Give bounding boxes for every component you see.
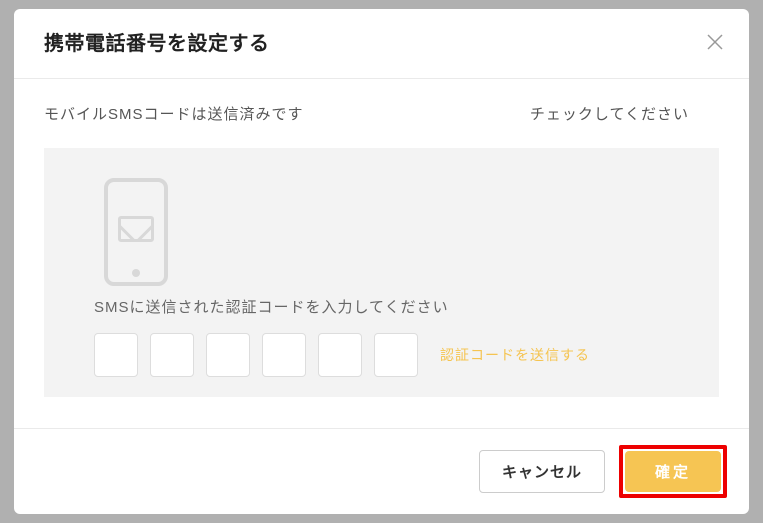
close-icon[interactable] <box>705 32 725 52</box>
status-check-text: チェックしてください <box>530 103 719 124</box>
status-sent-text: モバイルSMSコードは送信済みです <box>44 103 304 124</box>
modal-footer: キャンセル 確定 <box>14 428 749 514</box>
code-digit-2[interactable] <box>150 333 194 377</box>
phone-sms-icon <box>104 178 168 286</box>
code-input-row: 認証コードを送信する <box>94 333 669 377</box>
code-digit-6[interactable] <box>374 333 418 377</box>
confirm-button[interactable]: 確定 <box>625 451 721 492</box>
code-digit-4[interactable] <box>262 333 306 377</box>
modal-title: 携帯電話番号を設定する <box>44 27 270 56</box>
verification-panel: SMSに送信された認証コードを入力してください 認証コードを送信する <box>44 148 719 397</box>
code-digit-5[interactable] <box>318 333 362 377</box>
envelope-icon <box>118 216 154 242</box>
modal-body: モバイルSMSコードは送信済みです チェックしてください SMSに送信された認証… <box>14 79 749 428</box>
confirm-highlight-box: 確定 <box>619 445 727 498</box>
phone-verify-modal: 携帯電話番号を設定する モバイルSMSコードは送信済みです チェックしてください… <box>14 9 749 514</box>
status-row: モバイルSMSコードは送信済みです チェックしてください <box>44 103 719 124</box>
code-digit-3[interactable] <box>206 333 250 377</box>
modal-header: 携帯電話番号を設定する <box>14 9 749 78</box>
code-digit-1[interactable] <box>94 333 138 377</box>
resend-code-link[interactable]: 認証コードを送信する <box>440 345 590 365</box>
code-instruction: SMSに送信された認証コードを入力してください <box>94 296 669 317</box>
cancel-button[interactable]: キャンセル <box>479 450 605 493</box>
